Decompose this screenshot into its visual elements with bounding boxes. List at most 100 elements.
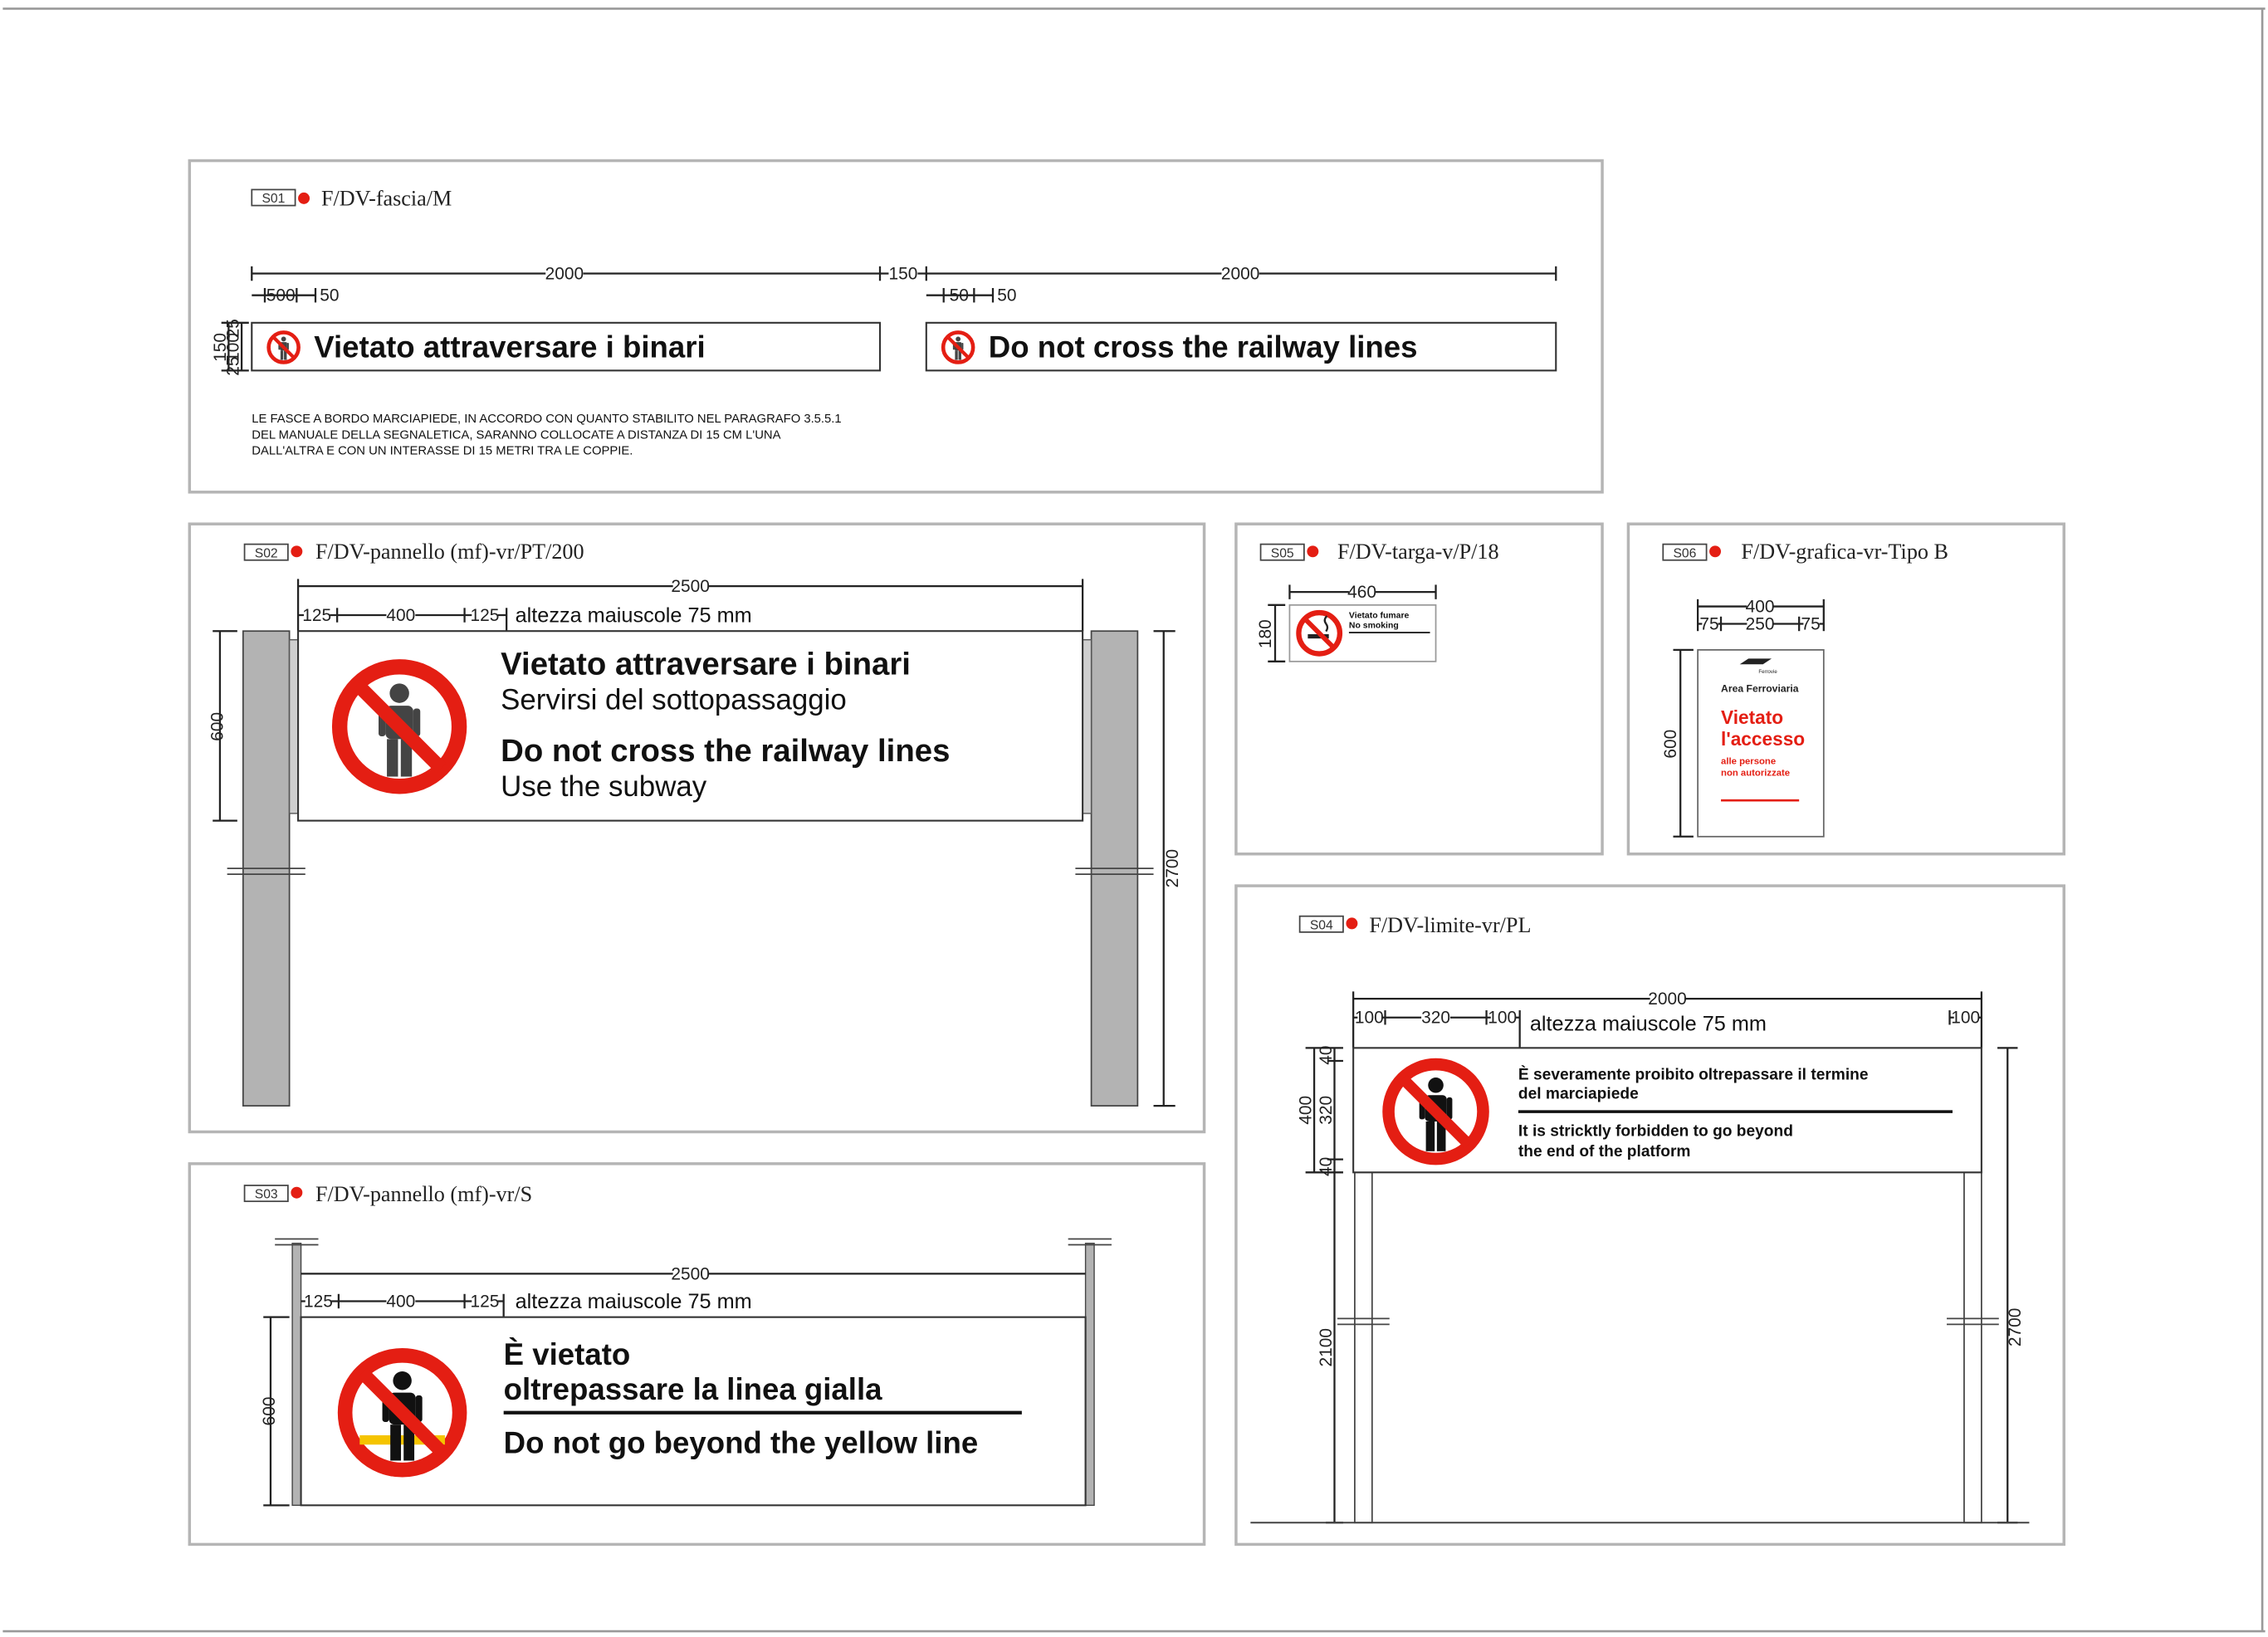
panel-s04: S04 F/DV-limite-vr/PL 2000 100 320 100 1… <box>1234 884 2065 1547</box>
no-smoking-icon <box>1298 613 1339 653</box>
svg-text:No smoking: No smoking <box>1349 622 1399 631</box>
svg-text:S02: S02 <box>255 546 278 560</box>
svg-text:400: 400 <box>386 1292 415 1311</box>
svg-text:Ferrovie: Ferrovie <box>1758 669 1777 675</box>
svg-text:Do not cross the railway lines: Do not cross the railway lines <box>989 330 1418 364</box>
svg-text:DEL MANUALE DELLA SEGNALETICA,: DEL MANUALE DELLA SEGNALETICA, SARANNO C… <box>252 428 780 442</box>
svg-text:100: 100 <box>1355 1009 1384 1028</box>
panel-title: F/DV-pannello (mf)-vr/PT/200 <box>315 540 584 564</box>
svg-text:alle persone: alle persone <box>1721 757 1776 767</box>
dot-marker-icon <box>298 192 310 204</box>
svg-text:S06: S06 <box>1673 546 1696 560</box>
svg-text:Vietato: Vietato <box>1721 706 1783 728</box>
svg-text:DALL'ALTRA E CON UN INTERASSE: DALL'ALTRA E CON UN INTERASSE DI 15 METR… <box>252 444 633 457</box>
sign-board: È vietato oltrepassare la linea gialla D… <box>300 1316 1087 1507</box>
no-crossing-yellow-line-icon <box>345 1356 460 1470</box>
svg-text:50: 50 <box>950 286 969 305</box>
svg-text:40: 40 <box>1317 1045 1336 1064</box>
sign-board: È severamente proibito oltrepassare il t… <box>1352 1047 1982 1174</box>
dot-marker-icon <box>1346 917 1358 930</box>
svg-text:del marciapiede: del marciapiede <box>1518 1085 1639 1102</box>
strip-english: Do not cross the railway lines <box>925 321 1557 372</box>
svg-text:2500: 2500 <box>671 1264 710 1283</box>
svg-text:125: 125 <box>471 1292 500 1311</box>
panel-s03: S03 F/DV-pannello (mf)-vr/S 2500 125 400 <box>188 1162 1206 1547</box>
svg-text:l'accesso: l'accesso <box>1721 728 1805 750</box>
caps-height-note: altezza maiuscole 75 mm <box>516 1290 752 1313</box>
panel-s02: S02 F/DV-pannello (mf)-vr/PT/200 2500 12… <box>188 522 1206 1134</box>
svg-text:Servirsi del sottopassaggio: Servirsi del sottopassaggio <box>501 683 847 716</box>
svg-text:125: 125 <box>304 1292 333 1311</box>
svg-text:400: 400 <box>1297 1096 1316 1125</box>
svg-text:the end of the platform: the end of the platform <box>1518 1143 1691 1161</box>
svg-text:25: 25 <box>224 356 243 375</box>
svg-text:S03: S03 <box>255 1188 278 1202</box>
svg-text:2700: 2700 <box>2006 1308 2025 1347</box>
dot-marker-icon <box>1709 545 1722 558</box>
svg-text:400: 400 <box>386 606 415 625</box>
no-pedestrian-crossing-icon <box>269 332 299 362</box>
restricted-area-plate: Ferrovie Area Ferroviaria Vietato l'acce… <box>1697 649 1825 838</box>
panel-s06: S06 F/DV-grafica-vr-Tipo B 400 75 250 75… <box>1626 522 2066 856</box>
panel-title: F/DV-limite-vr/PL <box>1369 913 1531 937</box>
svg-text:Do not go beyond the yellow li: Do not go beyond the yellow line <box>504 1426 979 1460</box>
svg-text:Vietato attraversare i binari: Vietato attraversare i binari <box>501 647 911 682</box>
svg-text:Use the subway: Use the subway <box>501 770 707 803</box>
svg-text:2500: 2500 <box>671 577 710 596</box>
svg-text:600: 600 <box>208 712 227 741</box>
svg-text:50: 50 <box>997 286 1016 305</box>
svg-text:È vietato: È vietato <box>504 1337 631 1371</box>
svg-text:150: 150 <box>888 265 917 284</box>
svg-text:2700: 2700 <box>1163 849 1182 888</box>
sign-board: Vietato attraversare i binari Servirsi d… <box>297 630 1084 822</box>
caps-height-note: altezza maiuscole 75 mm <box>516 604 752 628</box>
svg-text:100: 100 <box>1488 1009 1517 1028</box>
svg-text:2000: 2000 <box>1648 990 1687 1009</box>
svg-text:non autorizzate: non autorizzate <box>1721 769 1790 779</box>
svg-text:500: 500 <box>266 286 296 305</box>
svg-text:2100: 2100 <box>1317 1328 1336 1367</box>
panel-title: F/DV-fascia/M <box>321 187 452 211</box>
svg-text:S01: S01 <box>262 192 285 206</box>
caps-height-note: altezza maiuscole 75 mm <box>1530 1012 1767 1035</box>
no-smoking-plate: Vietato fumare No smoking <box>1288 603 1437 662</box>
svg-text:50: 50 <box>320 286 339 305</box>
svg-text:2000: 2000 <box>545 265 584 284</box>
svg-text:125: 125 <box>471 606 500 625</box>
panel-s05: S05 F/DV-targa-v/P/18 460 180 Vietato fu… <box>1234 522 1604 856</box>
svg-text:40: 40 <box>1317 1157 1336 1176</box>
svg-text:460: 460 <box>1347 583 1376 602</box>
svg-text:Do not cross the railway lines: Do not cross the railway lines <box>501 733 950 769</box>
drawing-sheet: S01 F/DV-fascia/M 2000 150 2000 500 50 5… <box>2 7 2266 1633</box>
no-pedestrian-crossing-icon <box>943 332 973 362</box>
svg-text:S05: S05 <box>1271 546 1294 560</box>
strip-italian: Vietato attraversare i binari <box>251 321 882 372</box>
svg-text:320: 320 <box>1317 1096 1336 1125</box>
svg-text:125: 125 <box>302 606 331 625</box>
no-pedestrian-crossing-icon <box>340 667 459 786</box>
no-pedestrian-crossing-icon <box>1389 1064 1483 1159</box>
svg-text:LE FASCE A BORDO MARCIAPIEDE,: LE FASCE A BORDO MARCIAPIEDE, IN ACCORDO… <box>252 413 841 426</box>
svg-text:600: 600 <box>260 1397 279 1426</box>
svg-text:oltrepassare la linea gialla: oltrepassare la linea gialla <box>504 1372 882 1406</box>
panel-title: F/DV-grafica-vr-Tipo B <box>1741 540 1948 564</box>
panel-title: F/DV-targa-v/P/18 <box>1337 540 1499 564</box>
svg-text:È severamente proibito oltrepa: È severamente proibito oltrepassare il t… <box>1518 1066 1869 1084</box>
dot-marker-icon <box>1307 545 1319 558</box>
svg-text:250: 250 <box>1746 614 1775 633</box>
svg-text:600: 600 <box>1661 730 1680 759</box>
svg-text:75: 75 <box>1699 614 1718 633</box>
panel-s01: S01 F/DV-fascia/M 2000 150 2000 500 50 5… <box>188 159 1604 494</box>
svg-text:It is stricktly forbidden to g: It is stricktly forbidden to go beyond <box>1518 1123 1793 1141</box>
dot-marker-icon <box>291 1186 303 1199</box>
svg-text:S04: S04 <box>1310 918 1333 932</box>
svg-text:320: 320 <box>1421 1009 1450 1028</box>
svg-text:Vietato attraversare i binari: Vietato attraversare i binari <box>314 330 705 364</box>
panel-title: F/DV-pannello (mf)-vr/S <box>315 1182 532 1206</box>
svg-text:100: 100 <box>1951 1009 1980 1028</box>
svg-text:180: 180 <box>1256 619 1275 648</box>
svg-text:400: 400 <box>1746 598 1775 617</box>
svg-text:Area Ferroviaria: Area Ferroviaria <box>1721 682 1799 694</box>
svg-text:75: 75 <box>1801 614 1820 633</box>
svg-text:Vietato fumare: Vietato fumare <box>1349 612 1410 621</box>
